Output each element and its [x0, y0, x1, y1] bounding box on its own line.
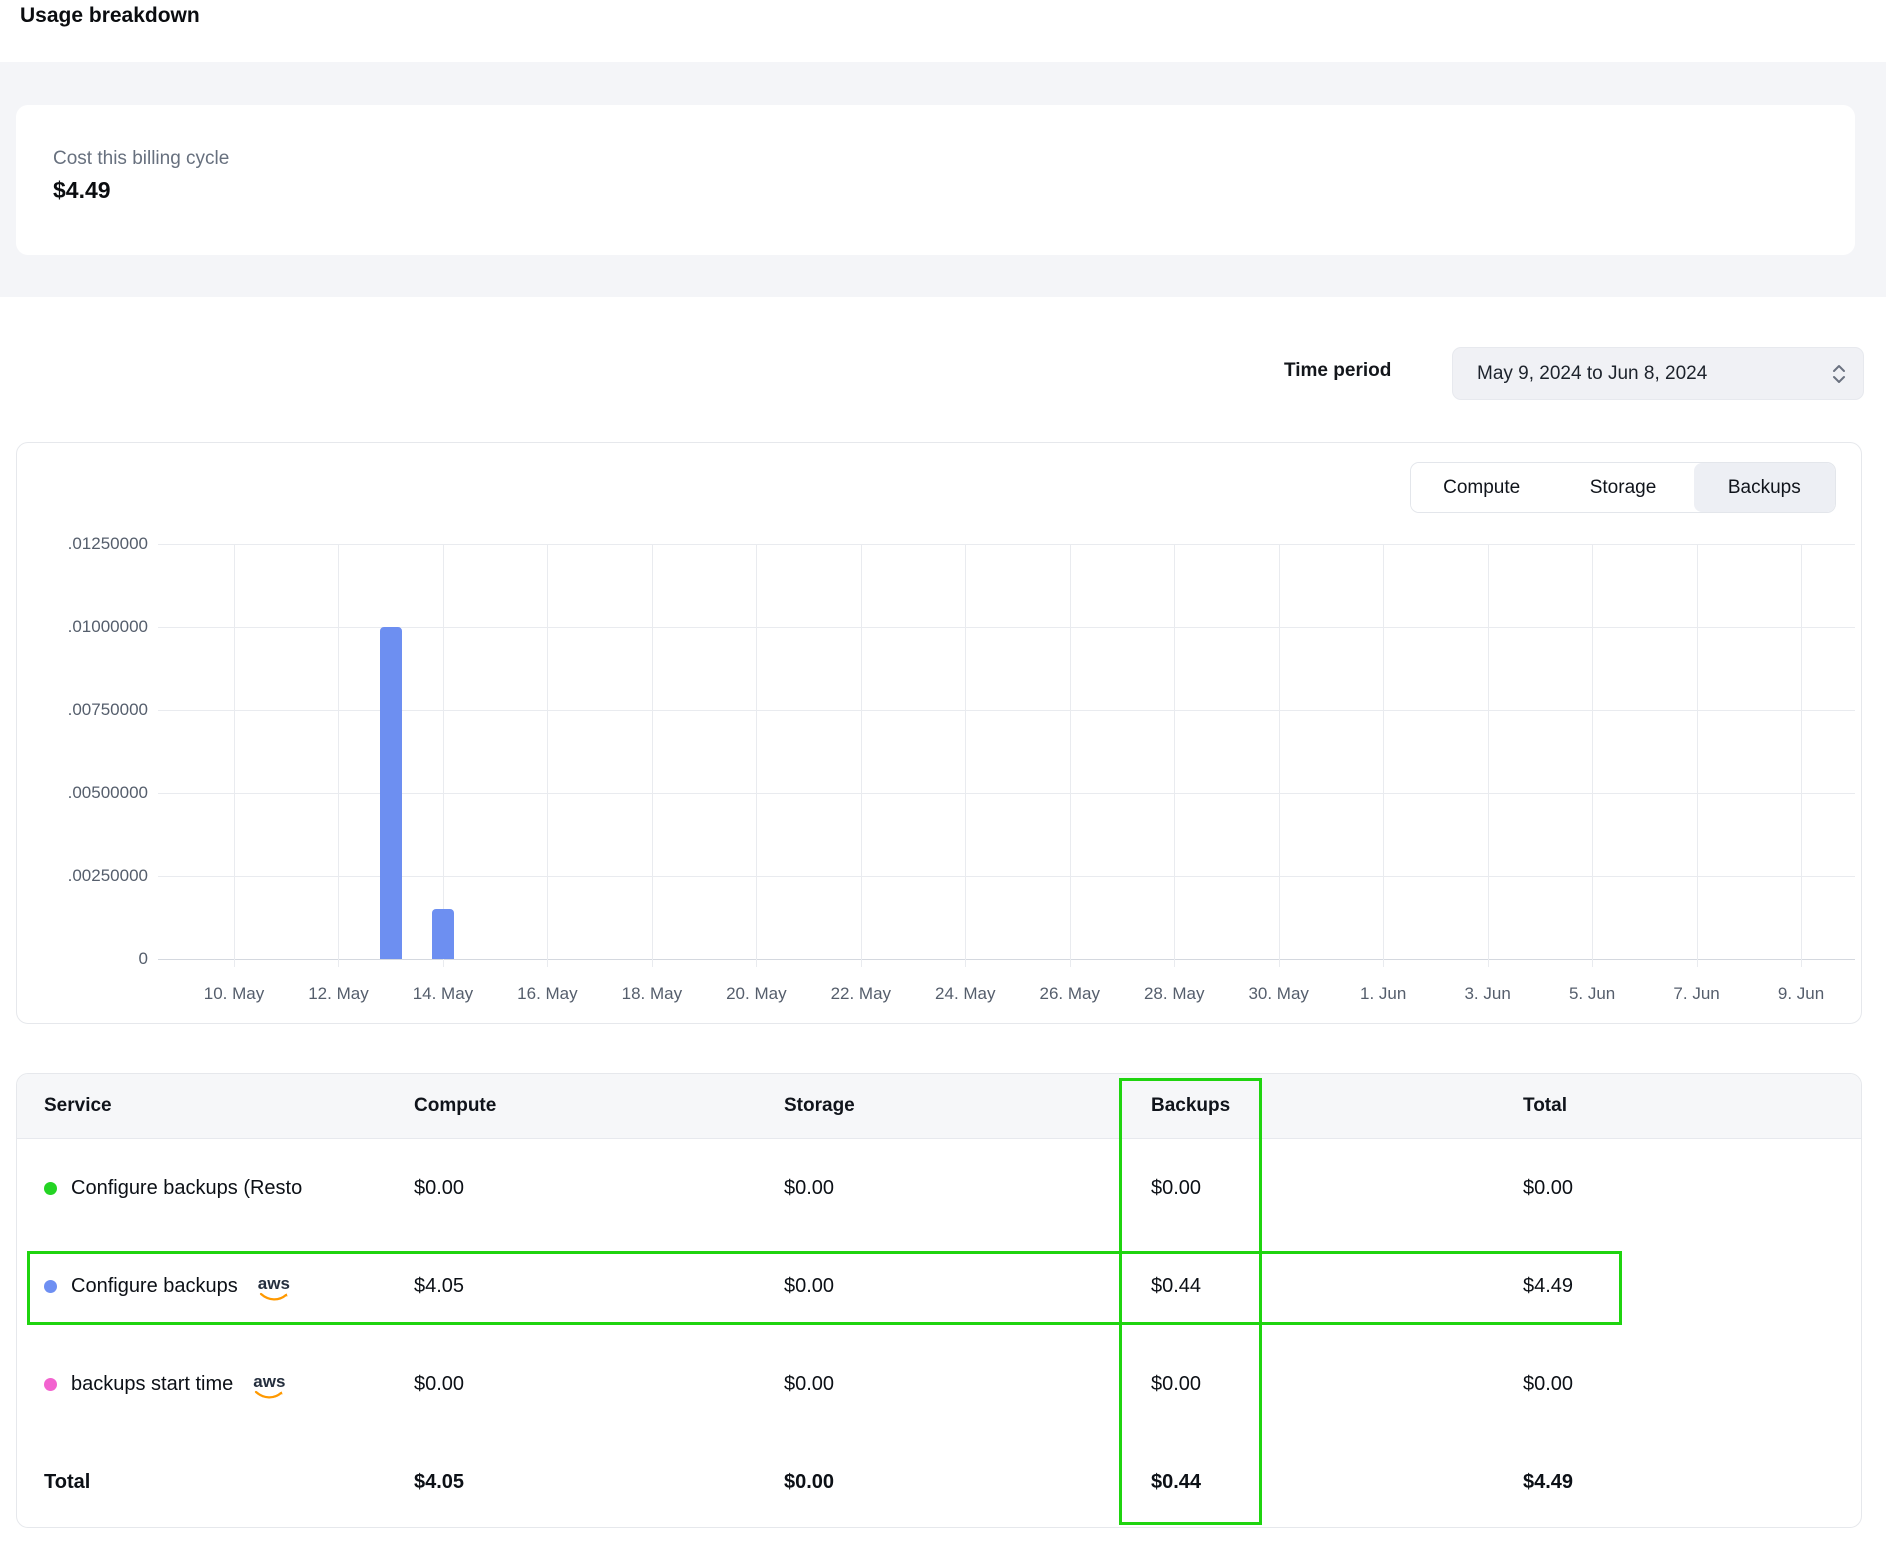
y-gridline: [158, 710, 1855, 711]
y-axis-tick-label: .00250000: [38, 866, 148, 886]
col-header-service: Service: [44, 1095, 414, 1117]
y-gridline: [158, 959, 1855, 960]
x-axis-tick-label: 28. May: [1144, 984, 1204, 1004]
x-axis-tick-label: 3. Jun: [1464, 984, 1510, 1004]
x-gridline: [1697, 544, 1698, 967]
cost-card: Cost this billing cycle $4.49: [16, 105, 1855, 255]
y-axis-tick-label: .01250000: [38, 534, 148, 554]
time-period-value: May 9, 2024 to Jun 8, 2024: [1453, 363, 1831, 385]
aws-logo-icon: aws: [253, 1373, 285, 1399]
cell-backups: $0.00: [1151, 1373, 1523, 1396]
x-axis-tick-label: 16. May: [517, 984, 577, 1004]
page-title: Usage breakdown: [20, 4, 200, 28]
total-backups: $0.44: [1151, 1471, 1523, 1494]
x-gridline: [965, 544, 966, 967]
table-row: Configure backups (Resto $0.00 $0.00 $0.…: [17, 1139, 1861, 1237]
x-axis-tick-label: 10. May: [204, 984, 264, 1004]
service-name: Configure backups: [71, 1275, 238, 1298]
tab-storage[interactable]: Storage: [1552, 463, 1693, 512]
x-axis-tick-label: 14. May: [413, 984, 473, 1004]
x-gridline: [234, 544, 235, 967]
chart-bar[interactable]: [380, 627, 402, 959]
cell-total: $4.49: [1523, 1275, 1861, 1298]
table-header-row: Service Compute Storage Backups Total: [17, 1074, 1861, 1139]
y-gridline: [158, 793, 1855, 794]
x-axis-tick-label: 12. May: [308, 984, 368, 1004]
x-axis-tick-label: 30. May: [1248, 984, 1308, 1004]
x-gridline: [1279, 544, 1280, 967]
total-compute: $4.05: [414, 1471, 784, 1494]
tab-compute[interactable]: Compute: [1411, 463, 1552, 512]
cell-total: $0.00: [1523, 1177, 1861, 1200]
cell-storage: $0.00: [784, 1177, 1151, 1200]
usage-chart-card: Compute Storage Backups .01250000.010000…: [16, 442, 1862, 1024]
cell-compute: $0.00: [414, 1177, 784, 1200]
x-gridline: [1488, 544, 1489, 967]
service-name: backups start time: [71, 1373, 233, 1396]
time-period-select[interactable]: May 9, 2024 to Jun 8, 2024: [1452, 347, 1864, 400]
x-axis-tick-label: 22. May: [831, 984, 891, 1004]
col-header-storage: Storage: [784, 1095, 1151, 1117]
x-gridline: [1801, 544, 1802, 967]
col-header-total: Total: [1523, 1095, 1861, 1117]
cell-backups: $0.44: [1151, 1275, 1523, 1298]
x-axis-tick-label: 26. May: [1040, 984, 1100, 1004]
x-axis-tick-label: 20. May: [726, 984, 786, 1004]
x-gridline: [547, 544, 548, 967]
table-total-row: Total $4.05 $0.00 $0.44 $4.49: [17, 1433, 1861, 1528]
x-gridline: [1070, 544, 1071, 967]
x-gridline: [1174, 544, 1175, 967]
x-gridline: [338, 544, 339, 967]
x-axis-tick-label: 5. Jun: [1569, 984, 1615, 1004]
y-gridline: [158, 627, 1855, 628]
cost-cycle-label: Cost this billing cycle: [53, 148, 229, 170]
billing-banner: Cost this billing cycle $4.49: [0, 62, 1886, 297]
total-storage: $0.00: [784, 1471, 1151, 1494]
bar-chart-plot-area: .01250000.01000000.00750000.00500000.002…: [158, 544, 1855, 959]
usage-table-card: Service Compute Storage Backups Total Co…: [16, 1073, 1862, 1528]
col-header-compute: Compute: [414, 1095, 784, 1117]
tab-backups[interactable]: Backups: [1694, 463, 1835, 512]
x-axis-tick-label: 24. May: [935, 984, 995, 1004]
service-dot-icon: [44, 1378, 57, 1391]
table-row: Configure backups aws $4.05 $0.00 $0.44 …: [17, 1237, 1861, 1335]
table-row: backups start time aws $0.00 $0.00 $0.00…: [17, 1335, 1861, 1433]
y-axis-tick-label: 0: [38, 949, 148, 969]
y-axis-tick-label: .01000000: [38, 617, 148, 637]
chevron-up-down-icon: [1831, 363, 1847, 385]
y-gridline: [158, 876, 1855, 877]
x-gridline: [756, 544, 757, 967]
x-gridline: [1383, 544, 1384, 967]
y-axis-tick-label: .00500000: [38, 783, 148, 803]
y-axis-tick-label: .00750000: [38, 700, 148, 720]
cell-storage: $0.00: [784, 1373, 1151, 1396]
service-dot-icon: [44, 1280, 57, 1293]
service-dot-icon: [44, 1182, 57, 1195]
cell-total: $0.00: [1523, 1373, 1861, 1396]
x-axis-tick-label: 9. Jun: [1778, 984, 1824, 1004]
aws-logo-icon: aws: [258, 1275, 290, 1301]
cell-compute: $0.00: [414, 1373, 784, 1396]
cell-storage: $0.00: [784, 1275, 1151, 1298]
cell-backups: $0.00: [1151, 1177, 1523, 1200]
x-axis-tick-label: 7. Jun: [1673, 984, 1719, 1004]
total-total: $4.49: [1523, 1471, 1861, 1494]
cell-compute: $4.05: [414, 1275, 784, 1298]
y-gridline: [158, 544, 1855, 545]
x-gridline: [443, 544, 444, 967]
x-gridline: [652, 544, 653, 967]
usage-breakdown-page: Usage breakdown Cost this billing cycle …: [0, 0, 1886, 1548]
col-header-backups: Backups: [1151, 1095, 1523, 1117]
time-period-label: Time period: [1284, 360, 1391, 382]
x-gridline: [1592, 544, 1593, 967]
x-gridline: [861, 544, 862, 967]
service-name: Configure backups (Resto: [71, 1177, 302, 1200]
x-axis-tick-label: 1. Jun: [1360, 984, 1406, 1004]
x-axis-tick-label: 18. May: [622, 984, 682, 1004]
chart-bar[interactable]: [432, 909, 454, 959]
chart-metric-tabs: Compute Storage Backups: [1410, 462, 1836, 513]
cost-cycle-amount: $4.49: [53, 177, 111, 204]
total-label: Total: [44, 1471, 414, 1494]
